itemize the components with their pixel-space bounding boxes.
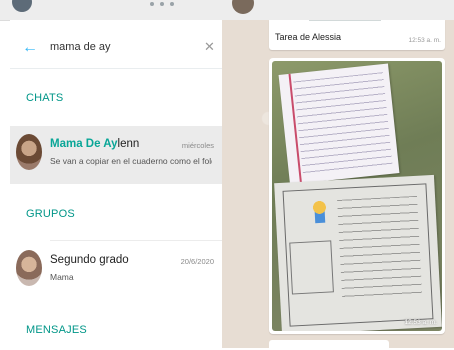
next-message-bubble[interactable] <box>269 340 389 350</box>
photo-time: 12:53 a. m. <box>404 319 437 326</box>
section-groups-label: GRUPOS <box>26 208 75 220</box>
search-results-panel: ← mama de ay ✕ CHATS Mama De Aylenn miér… <box>10 20 223 348</box>
chat-name-highlight: Mama De Ay <box>50 138 118 150</box>
avatar <box>16 250 42 286</box>
group-date: 20/6/2020 <box>180 257 214 266</box>
chat-name-rest: lenn <box>117 138 140 150</box>
conversation-panel: ———————————— Tarea de Alessia 12:53 a. m… <box>222 18 454 350</box>
avatar <box>16 134 42 170</box>
chat-date: miércoles <box>181 141 214 150</box>
header-icons <box>150 2 190 8</box>
arrow-left-icon[interactable]: ← <box>22 40 38 56</box>
homework-photo[interactable]: 12:53 a. m. <box>272 61 442 331</box>
section-messages-label: MENSAJES <box>26 324 87 336</box>
search-input[interactable]: mama de ay <box>50 41 111 53</box>
chat-name: Mama De Aylenn <box>50 138 139 150</box>
group-name: Segundo grado <box>50 254 129 266</box>
message-bubble[interactable]: ———————————— Tarea de Alessia 12:53 a. m… <box>269 18 445 50</box>
group-result-row[interactable]: Segundo grado 20/6/2020 Mama <box>10 242 222 300</box>
profile-avatar[interactable] <box>12 0 32 12</box>
top-header-strip <box>0 0 454 21</box>
divider <box>50 240 222 241</box>
notebook-image <box>278 63 400 185</box>
close-icon[interactable]: ✕ <box>204 39 215 55</box>
section-chats-label: CHATS <box>26 92 64 104</box>
chat-result-row[interactable]: Mama De Aylenn miércoles Se van a copiar… <box>10 126 222 184</box>
search-bar: ← mama de ay ✕ <box>10 32 222 69</box>
contact-avatar[interactable] <box>232 0 254 14</box>
bubble-faint-text: ———————————— <box>309 18 381 24</box>
group-preview: Mama <box>50 272 74 282</box>
message-time: 12:53 a. m. <box>408 37 441 44</box>
image-message-bubble[interactable]: 12:53 a. m. <box>269 58 445 334</box>
chat-preview: Se van a copiar en el cuaderno como el f… <box>50 156 212 166</box>
message-caption: Tarea de Alessia <box>275 32 342 42</box>
worksheet-image <box>274 174 442 331</box>
